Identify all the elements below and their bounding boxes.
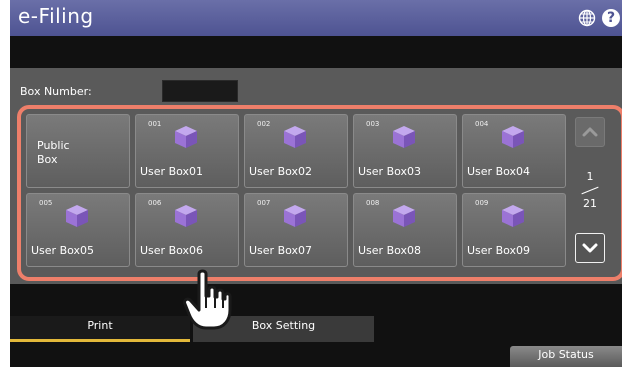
box-icon [393,205,415,227]
box-number: 003 [366,120,380,128]
globe-icon[interactable] [578,9,596,27]
efiling-screen: e-Filing ? Box Number: 1 21 Print Box Se… [10,0,622,367]
box-number: 007 [257,199,271,207]
title-bar: e-Filing ? [10,0,622,36]
box-number: 005 [39,199,53,207]
box-number: 004 [475,120,489,128]
box-name: User Box05 [31,244,95,257]
box-name: User Box04 [467,165,531,178]
box-icon [502,205,524,227]
box-number: 002 [257,120,271,128]
public-box-tile[interactable]: Public Box [26,114,130,188]
user-box-tile[interactable]: 009 User Box09 [462,193,566,267]
chevron-up-icon [582,127,598,137]
tab-print[interactable]: Print [10,316,190,342]
box-name: User Box01 [140,165,204,178]
box-icon [284,205,306,227]
box-name: User Box06 [140,244,204,257]
box-number: 008 [366,199,380,207]
box-icon [284,126,306,148]
box-number-field[interactable] [162,80,238,102]
chevron-down-icon [582,243,598,253]
user-box-tile[interactable]: 002 User Box02 [244,114,348,188]
box-number-label: Box Number: [20,85,92,98]
help-button[interactable]: ? [602,9,620,27]
box-number: 009 [475,199,489,207]
page-total: 21 [583,197,597,210]
user-box-tile[interactable]: 004 User Box04 [462,114,566,188]
page-divider [581,186,599,195]
user-box-tile[interactable]: 003 User Box03 [353,114,457,188]
job-status-button[interactable]: Job Status [510,346,622,367]
scroll-up-button[interactable] [575,117,605,147]
app-title: e-Filing [18,4,94,28]
box-name: User Box02 [249,165,313,178]
user-box-tile[interactable]: 005 User Box05 [26,193,130,267]
box-icon [175,205,197,227]
user-box-tile[interactable]: 007 User Box07 [244,193,348,267]
page-current: 1 [586,170,594,183]
user-box-tile[interactable]: 001 User Box01 [135,114,239,188]
page-indicator: 1 21 [575,170,605,216]
box-icon [502,126,524,148]
box-name: Public Box [37,139,70,166]
box-name: User Box03 [358,165,422,178]
pointing-hand-icon [183,269,232,330]
scroll-down-button[interactable] [575,233,605,263]
user-box-tile[interactable]: 006 User Box06 [135,193,239,267]
box-icon [393,126,415,148]
box-name: User Box07 [249,244,313,257]
box-number: 006 [148,199,162,207]
box-name: User Box08 [358,244,422,257]
box-name: User Box09 [467,244,531,257]
box-number: 001 [148,120,162,128]
box-icon [66,205,88,227]
box-icon [175,126,197,148]
user-box-tile[interactable]: 008 User Box08 [353,193,457,267]
